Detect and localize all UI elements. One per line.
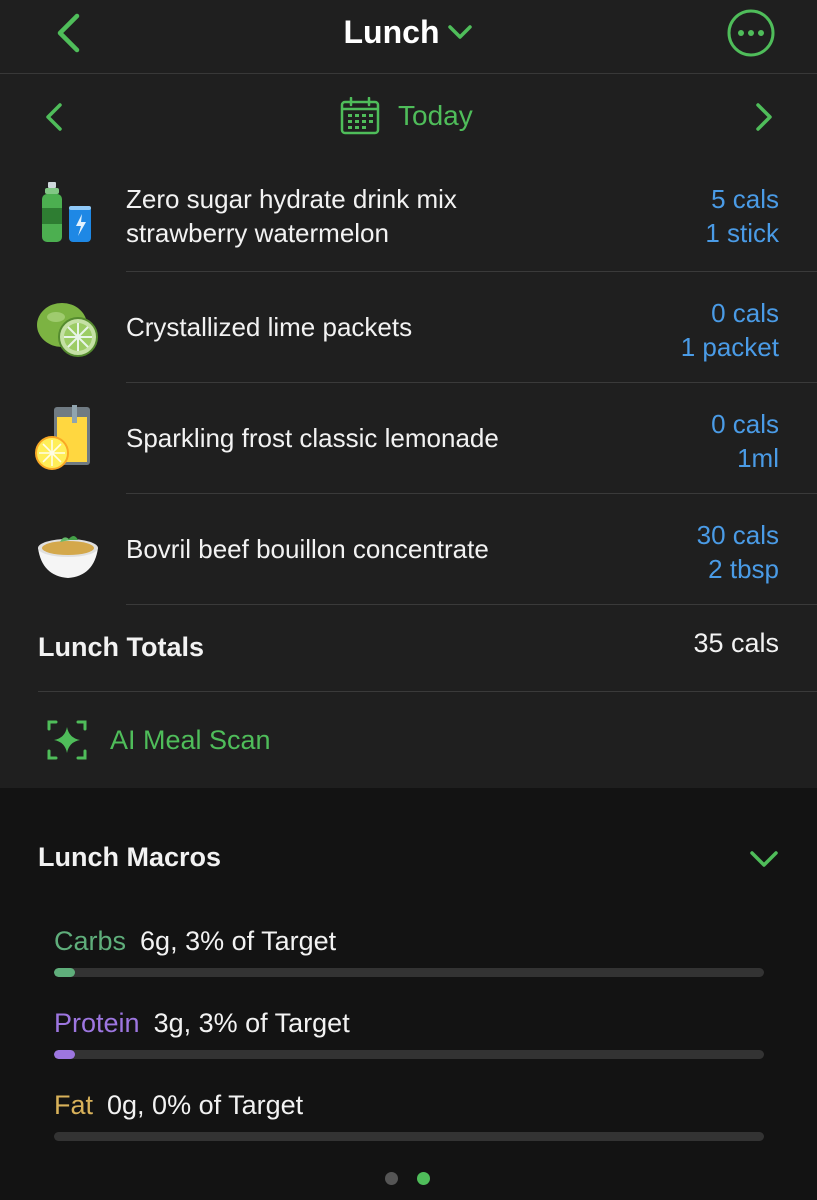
macros-title: Lunch Macros [38, 842, 222, 872]
food-name-line: strawberry watermelon [126, 218, 389, 248]
food-name: Crystallized lime packets [126, 310, 412, 344]
ai-meal-scan-button[interactable]: AI Meal Scan [46, 718, 271, 762]
lemonade-icon [35, 405, 90, 470]
date-label: Today [398, 100, 473, 131]
macro-progress-track [54, 1050, 764, 1059]
macro-protein: Protein 3g, 3% of Target [54, 1008, 766, 1059]
macro-carbs: Carbs 6g, 3% of Target [54, 926, 766, 977]
food-serving: 1 packet [680, 332, 779, 362]
macro-progress-fill [54, 968, 76, 977]
header-bar: Lunch [0, 0, 817, 74]
food-values: 5 cals 1 stick [705, 182, 779, 250]
food-row[interactable]: Zero sugar hydrate drink mix strawberry … [0, 158, 817, 272]
page-indicator[interactable] [385, 1172, 449, 1185]
macro-fat: Fat 0g, 0% of Target [54, 1090, 766, 1141]
macro-name: Protein [54, 1008, 140, 1038]
food-serving: 1 stick [705, 218, 779, 248]
food-values: 30 cals 2 tbsp [697, 518, 779, 586]
food-name-line: Crystallized lime packets [126, 312, 413, 342]
food-serving: 2 tbsp [708, 554, 779, 584]
meal-selector[interactable]: Lunch [0, 14, 817, 51]
food-values: 0 cals 1 packet [681, 296, 779, 364]
food-name-line: Sparkling frost classic lemonade [126, 423, 499, 453]
food-values: 0 cals 1ml [711, 407, 779, 475]
macro-progress-track [54, 968, 764, 977]
macro-line: Carbs 6g, 3% of Target [54, 926, 766, 962]
macro-progress-track [54, 1132, 764, 1141]
page-title: Lunch [343, 14, 440, 50]
macro-progress-fill [54, 1050, 76, 1059]
drink-bottle-can-icon [42, 182, 91, 242]
food-calories: 0 cals [711, 298, 779, 328]
food-row[interactable]: Crystallized lime packets 0 cals 1 packe… [0, 272, 817, 383]
food-serving: 1ml [737, 443, 779, 473]
food-calories: 0 cals [711, 409, 779, 439]
sparkle-scan-icon [47, 720, 87, 760]
lime-icon [37, 303, 98, 357]
next-day-button[interactable] [748, 100, 778, 134]
macro-detail: 6g, 3% of Target [140, 926, 337, 956]
food-name: Bovril beef bouillon concentrate [126, 532, 489, 566]
page-dot[interactable] [385, 1172, 398, 1185]
chevron-down-icon [448, 24, 473, 39]
macro-name: Carbs [54, 926, 127, 956]
date-navigator: Today [0, 74, 817, 158]
macro-line: Protein 3g, 3% of Target [54, 1008, 766, 1044]
date-picker[interactable]: Today [340, 96, 473, 136]
food-name: Zero sugar hydrate drink mix strawberry … [126, 182, 457, 250]
totals-value: 35 cals [693, 628, 779, 658]
food-list: Zero sugar hydrate drink mix strawberry … [0, 158, 817, 788]
more-options-icon[interactable] [726, 8, 776, 58]
page-dot[interactable] [417, 1172, 430, 1185]
food-name: Sparkling frost classic lemonade [126, 421, 499, 455]
food-calories: 5 cals [711, 184, 779, 214]
calendar-icon [340, 97, 380, 135]
food-row[interactable]: Bovril beef bouillon concentrate 30 cals… [0, 494, 817, 605]
previous-day-button[interactable] [40, 100, 70, 134]
divider [38, 691, 817, 692]
food-row[interactable]: Sparkling frost classic lemonade 0 cals … [0, 383, 817, 494]
food-name-line: Zero sugar hydrate drink mix [126, 184, 457, 214]
macro-detail: 3g, 3% of Target [153, 1008, 350, 1038]
food-name-line: Bovril beef bouillon concentrate [126, 534, 489, 564]
divider [126, 604, 817, 605]
chevron-down-icon[interactable] [748, 846, 780, 872]
macro-detail: 0g, 0% of Target [107, 1090, 304, 1120]
totals-label: Lunch Totals [38, 632, 204, 662]
food-calories: 30 cals [696, 520, 779, 550]
ai-meal-scan-label: AI Meal Scan [110, 724, 271, 755]
macro-name: Fat [54, 1090, 94, 1120]
macro-line: Fat 0g, 0% of Target [54, 1090, 766, 1126]
soup-bowl-icon [38, 536, 98, 578]
